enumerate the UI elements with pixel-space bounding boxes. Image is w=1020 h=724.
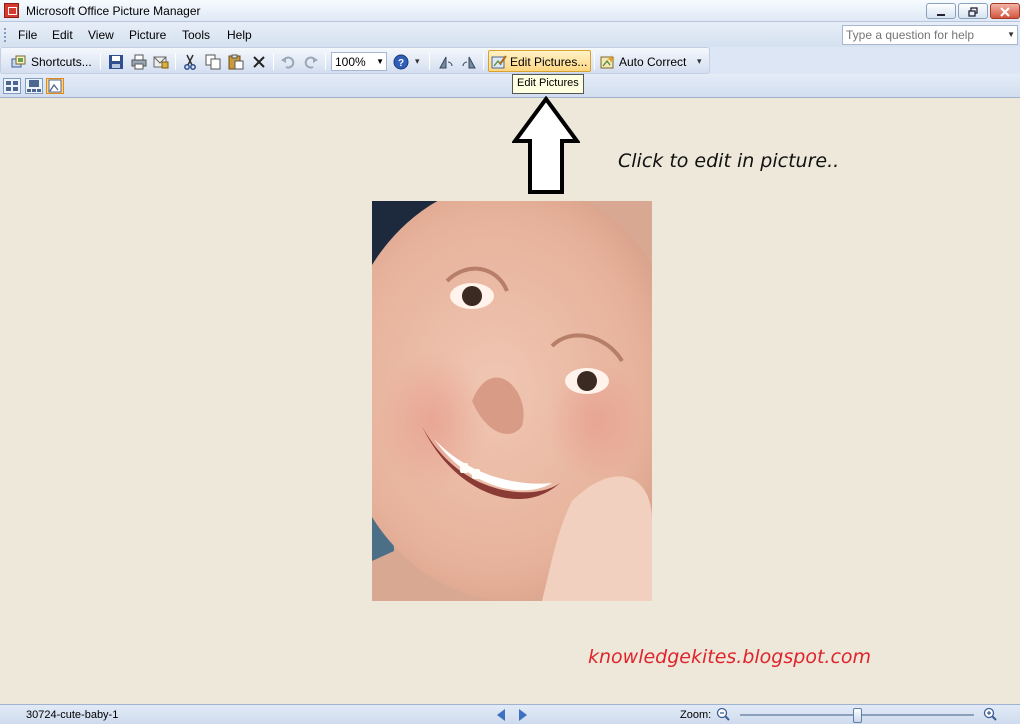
edit-pictures-button-content: Edit Pictures... [491,51,587,72]
toolbar-separator [429,53,430,70]
menu-edit[interactable]: Edit [52,28,73,42]
toolbar-separator [175,53,176,70]
save-button[interactable] [108,51,124,72]
copy-icon [205,54,221,70]
current-filename: 30724-cute-baby-1 [26,709,119,721]
view-bar [0,74,1020,98]
zoom-in-icon[interactable] [983,707,997,721]
undo-button[interactable] [280,51,296,72]
email-button[interactable] [153,51,169,72]
help-question-box[interactable]: ▼ [842,25,1018,45]
edit-pictures-label: Edit Pictures... [510,54,588,69]
minimize-button[interactable] [926,3,956,19]
baby-photo-image [372,201,652,601]
shortcuts-label: Shortcuts... [31,54,92,69]
paste-icon [228,54,244,70]
help-icon: ? [393,54,409,70]
rotate-left-button[interactable] [438,51,454,72]
chevron-down-icon[interactable]: ▼ [1007,30,1015,39]
chevron-down-icon[interactable]: ▼ [376,57,384,66]
zoom-slider-thumb[interactable] [852,708,862,723]
minimize-icon [937,14,945,16]
menu-picture[interactable]: Picture [129,28,166,42]
zoom-combo[interactable]: 100% ▼ [331,52,387,71]
menu-tools[interactable]: Tools [182,28,210,42]
paste-button[interactable] [228,51,244,72]
help-button[interactable]: ? [393,51,409,72]
thumbnail-view-button[interactable] [3,78,21,94]
toolbar-separator [594,53,595,70]
previous-picture-arrow-icon[interactable] [497,709,505,721]
print-icon [131,54,147,70]
auto-correct-button[interactable]: Auto Correct [600,51,686,72]
thumbnail-view-icon [6,81,18,91]
edit-pictures-tooltip: Edit Pictures [512,74,584,94]
toolbar-separator [273,53,274,70]
undo-icon [280,54,296,70]
auto-correct-icon [600,54,616,70]
cut-button[interactable] [182,51,198,72]
zoom-out-icon[interactable] [716,707,730,721]
single-picture-view-icon [48,79,62,93]
title-bar: Microsoft Office Picture Manager [0,0,1020,22]
shortcuts-icon [11,54,27,70]
toolbar-separator [325,53,326,70]
standard-toolbar: Shortcuts... 100% ▼ ? ▾ Edit Pictures...… [0,47,710,74]
shortcuts-button[interactable]: Shortcuts... [11,51,92,72]
edit-pictures-button[interactable]: Edit Pictures... [488,50,591,72]
annotation-text: Click to edit in picture.. [618,150,840,172]
menu-help[interactable]: Help [227,28,252,42]
menu-bar: File Edit View Picture Tools Help ▼ [0,22,1020,47]
restore-button[interactable] [958,3,988,19]
delete-icon [251,54,267,70]
auto-correct-label: Auto Correct [619,54,687,69]
rotate-right-icon [461,54,477,70]
toolbar-options-chevron-icon[interactable]: ▾ [415,56,420,67]
toolbar-separator [483,53,484,70]
window-title: Microsoft Office Picture Manager [26,4,201,18]
filmstrip-view-button[interactable] [25,78,43,94]
menu-file[interactable]: File [18,28,37,42]
close-icon [1000,7,1010,17]
redo-icon [303,54,319,70]
rotate-left-icon [438,54,454,70]
delete-button[interactable] [251,51,267,72]
next-picture-arrow-icon[interactable] [519,709,527,721]
zoom-label: Zoom: [680,709,712,721]
restore-icon [968,7,978,17]
toolbar-options-chevron-icon[interactable]: ▾ [697,56,702,67]
zoom-value: 100% [335,55,366,69]
redo-button[interactable] [303,51,319,72]
help-search-input[interactable] [846,27,996,43]
rotate-right-button[interactable] [461,51,477,72]
toolbar-separator [100,53,101,70]
cut-icon [182,54,198,70]
email-icon [153,54,169,70]
baby-photo [372,201,652,601]
close-button[interactable] [990,3,1020,19]
picture-manager-app-icon[interactable] [4,3,19,18]
blog-watermark: knowledgekites.blogspot.com [588,646,872,668]
menu-view[interactable]: View [88,28,114,42]
copy-button[interactable] [205,51,221,72]
status-bar: 30724-cute-baby-1 Zoom: [0,704,1020,724]
print-button[interactable] [131,51,147,72]
up-arrow-annotation [512,96,580,194]
save-icon [108,54,124,70]
svg-text:?: ? [398,58,404,69]
edit-pictures-icon [491,54,507,70]
filmstrip-view-icon [27,80,41,92]
single-picture-view-button[interactable] [46,78,64,94]
menu-grip[interactable] [4,28,7,42]
